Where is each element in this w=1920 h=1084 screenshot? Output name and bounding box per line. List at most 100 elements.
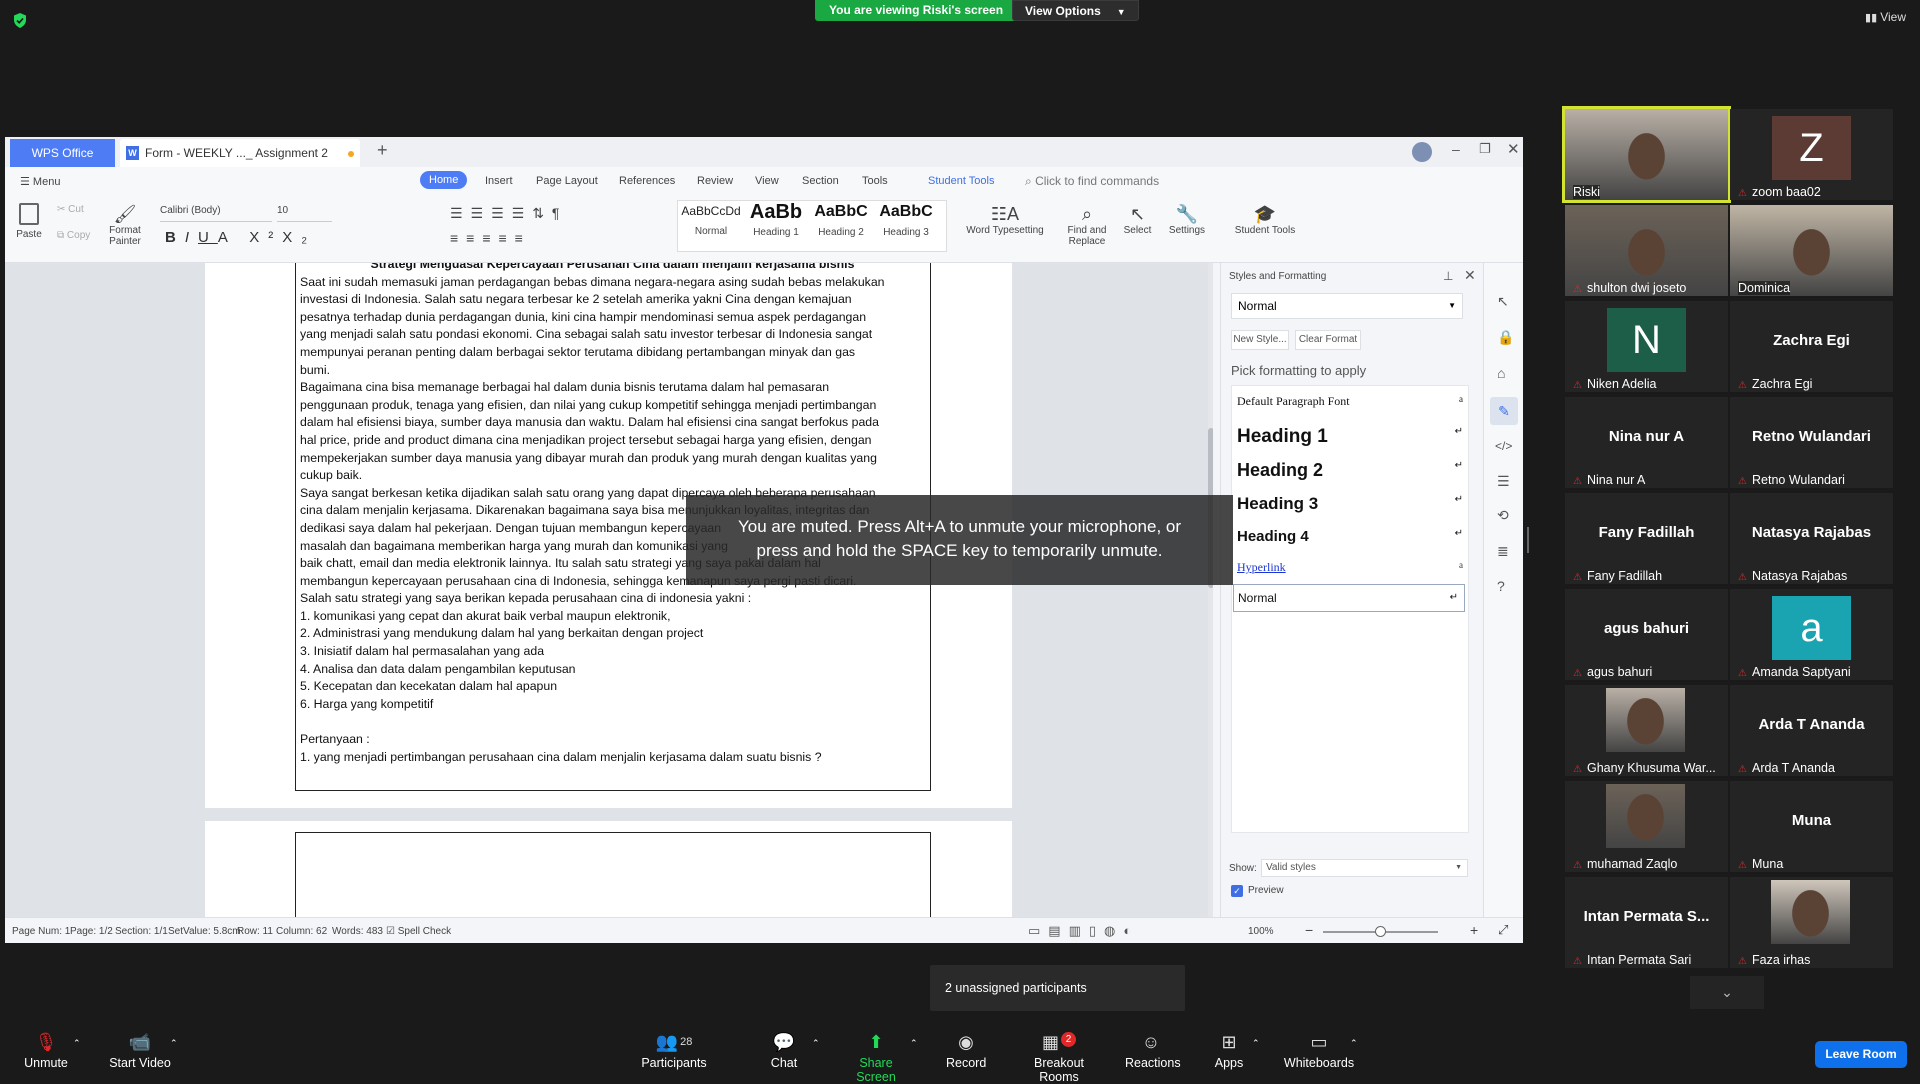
view-options-button[interactable]: View Options ▼ [1012,0,1139,21]
document-page-2[interactable] [205,821,1012,917]
tab-review[interactable]: Review [697,175,733,187]
cut-button[interactable]: ✂ Cut [57,204,84,215]
settings-button[interactable]: 🔧 Settings [1167,203,1207,236]
style-heading-2[interactable]: AaBbC Heading 2 [808,203,874,238]
participant-tile[interactable]: Natasya Rajabas ⚠ Natasya Rajabas [1730,493,1893,584]
tab-tools[interactable]: Tools [862,175,888,187]
menu-button[interactable]: ☰ Menu [20,175,60,188]
help-icon[interactable]: ? [1497,578,1505,594]
select-button[interactable]: ↖ Select [1120,203,1155,236]
style-item-hyperlink[interactable]: Hyperlink a [1237,560,1467,575]
participant-tile[interactable]: Arda T Ananda ⚠ Arda T Ananda [1730,685,1893,776]
participants-button[interactable]: 👥 28 Participants [640,1032,708,1070]
new-style-button[interactable]: New Style... [1231,330,1289,350]
participant-tile[interactable]: N ⚠ Niken Adelia [1565,301,1728,392]
start-video-button[interactable]: 📹 Start Video [105,1032,175,1070]
leave-room-button[interactable]: Leave Room [1815,1041,1907,1068]
fullscreen-icon[interactable]: ⤢ [1498,922,1508,938]
style-heading-1[interactable]: AaBb Heading 1 [744,201,808,238]
participant-tile[interactable]: ⚠ muhamad Zaqlo [1565,781,1728,872]
style-item-heading-1[interactable]: Heading 1 ↵ [1237,426,1467,448]
spell-check-button[interactable]: ☑ Spell Check [386,926,451,937]
document-area[interactable]: Strategi Menguasai Kepercayaan Perusahan… [5,263,1213,917]
zoom-slider-thumb[interactable] [1375,926,1386,937]
unassigned-participants-popup[interactable]: 2 unassigned participants [930,965,1185,1011]
tab-insert[interactable]: Insert [485,175,513,187]
pin-icon[interactable]: ⊥ [1443,269,1453,283]
style-item-heading-2[interactable]: Heading 2 ↵ [1237,460,1467,481]
new-tab-icon[interactable]: + [377,140,388,161]
participant-tile[interactable]: Z ⚠ zoom baa02 [1730,109,1893,200]
clear-format-button[interactable]: Clear Format [1295,330,1361,350]
participant-tile[interactable]: Intan Permata S... ⚠ Intan Permata Sari [1565,877,1728,968]
participant-tile[interactable]: Muna ⚠ Muna [1730,781,1893,872]
view-button[interactable]: ▮▮ View [1865,10,1906,24]
close-pane-icon[interactable]: ✕ [1464,267,1476,284]
format-painter-button[interactable]: 🖌 Format Painter [105,203,145,247]
tab-references[interactable]: References [619,175,675,187]
participant-tile[interactable]: ⚠ shulton dwi joseto [1565,205,1728,296]
tab-wps-office[interactable]: WPS Office [10,139,115,167]
whiteboards-button[interactable]: ▭ Whiteboards [1283,1032,1355,1070]
paste-button[interactable]: Paste [13,203,45,240]
view-mode-icons[interactable]: ▭▤▥▯◍◐ [1028,923,1139,939]
gallery-divider-handle[interactable] [1527,527,1529,553]
font-format-buttons[interactable]: BIUA X²X₂ [165,229,316,246]
participant-tile[interactable]: Zachra Egi ⚠ Zachra Egi [1730,301,1893,392]
chat-button[interactable]: 💬 Chat [768,1032,800,1070]
preview-checkbox[interactable]: ✓ [1231,885,1243,897]
chat-options-chevron[interactable]: ⌃ [812,1038,820,1049]
participant-tile[interactable]: Riski [1562,106,1731,203]
participant-tile[interactable]: ⚠ Ghany Khusuma War... [1565,685,1728,776]
select-tool-icon[interactable]: ↖ [1497,293,1509,310]
whiteboards-options-chevron[interactable]: ⌃ [1350,1038,1358,1049]
sliders-icon[interactable]: ☰ [1497,473,1510,490]
unmute-button[interactable]: 🎙 Unmute [20,1032,72,1070]
font-size-select[interactable]: 10 [277,205,332,222]
apps-options-chevron[interactable]: ⌃ [1252,1038,1260,1049]
participant-tile[interactable]: agus bahuri ⚠ agus bahuri [1565,589,1728,680]
history-icon[interactable]: ⟲ [1497,507,1509,524]
share-screen-button[interactable]: ⬆ Share Screen [840,1032,912,1084]
style-gallery[interactable]: AaBbCcDd Normal AaBb Heading 1 AaBbC Headin… [677,200,947,252]
zoom-out-button[interactable]: − [1305,922,1313,938]
tab-section[interactable]: Section [802,175,839,187]
apps-button[interactable]: ⊞ Apps [1213,1032,1245,1070]
copy-button[interactable]: ⧉ Copy [57,230,90,241]
tab-document[interactable]: W Form - WEEKLY ..._ Assignment 2 [120,139,360,167]
layers-icon[interactable]: ≣ [1497,543,1509,560]
share-options-chevron[interactable]: ⌃ [910,1038,918,1049]
restore-icon[interactable]: ❐ [1479,141,1491,157]
shield-icon[interactable] [13,13,27,28]
font-select[interactable]: Calibri (Body) [160,205,272,222]
styles-pen-icon[interactable]: ✎ [1490,397,1518,425]
code-icon[interactable]: </> [1495,439,1512,453]
participant-tile[interactable]: Retno Wulandari ⚠ Retno Wulandari [1730,397,1893,488]
participant-tile[interactable]: a ⚠ Amanda Saptyani [1730,589,1893,680]
style-item-heading-3[interactable]: Heading 3 ↵ [1237,494,1467,514]
tab-page-layout[interactable]: Page Layout [536,175,598,187]
lock-icon[interactable]: 🔒 [1497,329,1514,346]
participant-tile[interactable]: ⚠ Faza irhas [1730,877,1893,968]
close-icon[interactable]: ✕ [1507,140,1520,158]
style-item-heading-4[interactable]: Heading 4 ↵ [1237,528,1467,545]
tab-home[interactable]: Home [420,171,468,189]
tag-icon[interactable]: ⌂ [1497,365,1505,381]
record-button[interactable]: ◉ Record [946,1032,986,1070]
style-item-default-paragraph-font[interactable]: Default Paragraph Font a [1237,394,1467,409]
participant-tile[interactable]: Fany Fadillah ⚠ Fany Fadillah [1565,493,1728,584]
participant-tile[interactable]: Nina nur A ⚠ Nina nur A [1565,397,1728,488]
word-typesetting-button[interactable]: ☷A Word Typesetting [960,203,1050,236]
zoom-slider[interactable] [1323,926,1438,937]
minimize-icon[interactable]: – [1452,141,1460,157]
show-filter-select[interactable]: Valid styles ▼ [1261,859,1468,877]
style-heading-3[interactable]: AaBbC Heading 3 [874,203,938,238]
user-avatar-icon[interactable] [1412,142,1432,162]
zoom-in-button[interactable]: + [1470,922,1478,938]
tab-student-tools[interactable]: Student Tools [928,175,994,187]
vertical-scrollbar[interactable] [1208,263,1213,917]
breakout-rooms-button[interactable]: ▦ 2 Breakout Rooms [1013,1032,1105,1084]
tab-view[interactable]: View [755,175,779,187]
find-replace-button[interactable]: ⌕ Find and Replace [1062,203,1112,247]
align-buttons[interactable]: ≡≡≡≡≡ [450,230,531,246]
